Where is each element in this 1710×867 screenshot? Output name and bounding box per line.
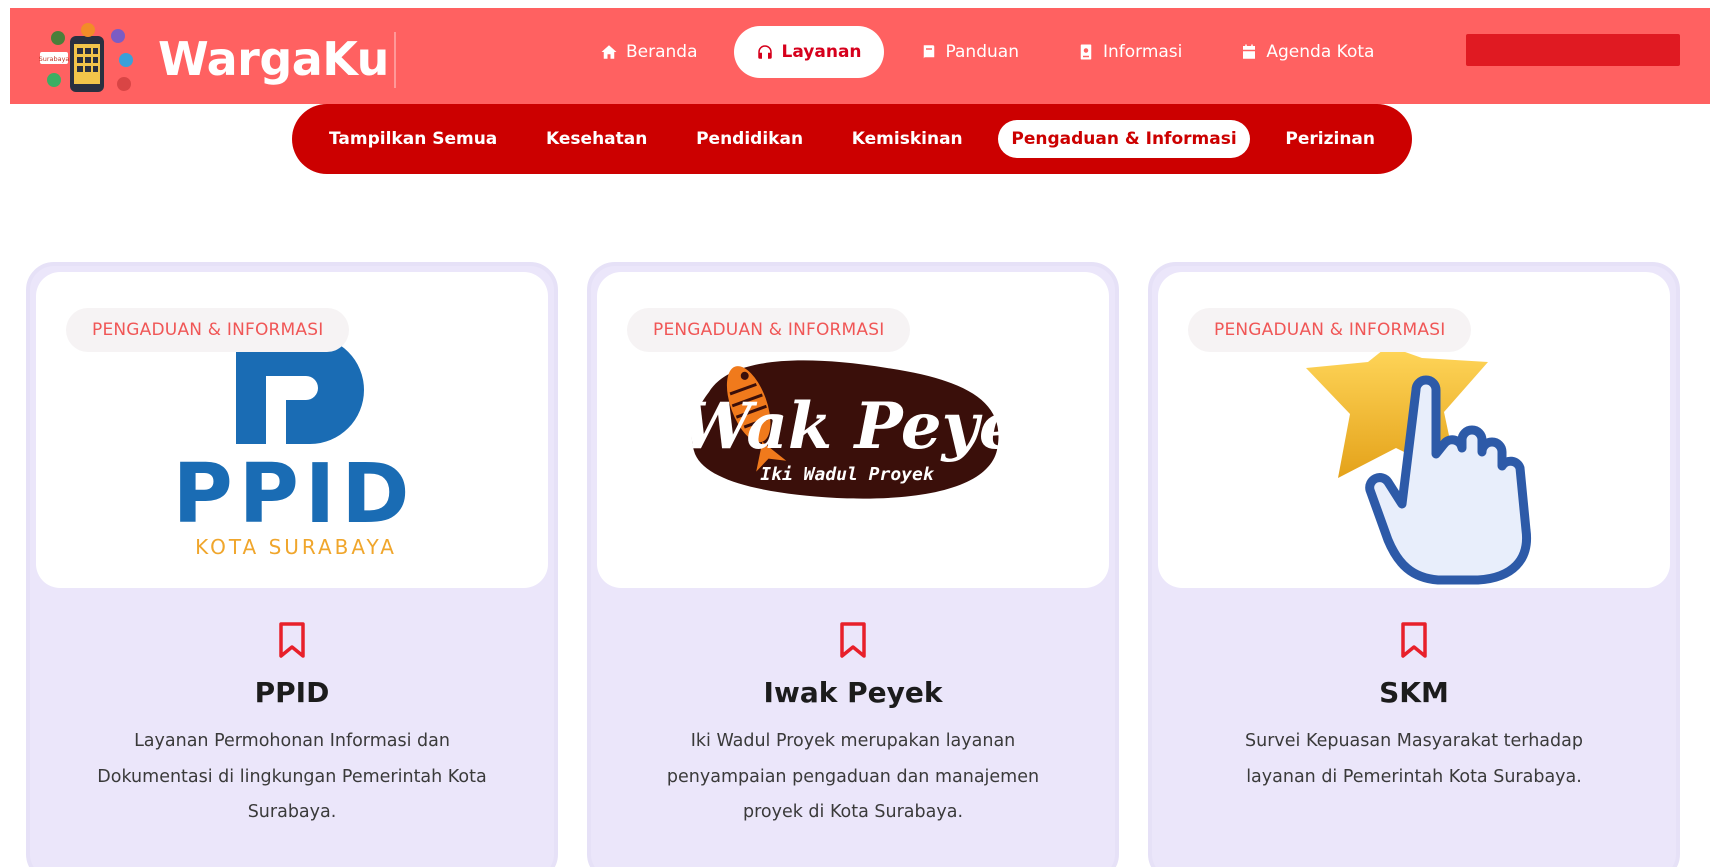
card-image: PENGADUAN & INFORMASI Wak Peyek Iki Wadu… [597, 272, 1109, 588]
ppid-logo-sub: KOTA SURABAYA [195, 535, 397, 559]
category-pendidikan[interactable]: Pendidikan [683, 120, 816, 158]
book-icon [923, 45, 934, 59]
nav-label: Panduan [945, 42, 1019, 62]
category-perizinan[interactable]: Perizinan [1272, 120, 1388, 158]
bookmark-icon[interactable] [838, 621, 868, 659]
category-pengaduan-informasi[interactable]: Pengaduan & Informasi [998, 120, 1250, 158]
service-card-iwak-peyek[interactable]: PENGADUAN & INFORMASI Wak Peyek Iki Wadu… [587, 262, 1119, 867]
category-kemiskinan[interactable]: Kemiskinan [839, 120, 976, 158]
nav-label: Beranda [626, 42, 698, 62]
category-tag: PENGADUAN & INFORMASI [66, 308, 350, 352]
top-header: Surabaya WargaKu Beranda Layanan Panduan… [10, 8, 1710, 104]
user-area-redacted[interactable] [1466, 34, 1680, 66]
card-image: PENGADUAN & INFORMASI PPID KOTA SURABAYA [36, 272, 548, 588]
iwak-peyek-logo-mark: Wak Peyek [680, 389, 1064, 464]
nav-item-informasi[interactable]: Informasi [1055, 26, 1204, 78]
service-card-skm[interactable]: PENGADUAN & INFORMASI SKM Survei Kepuasa… [1148, 262, 1680, 867]
card-description: Survei Kepuasan Masyarakat terhadap laya… [1245, 731, 1583, 787]
category-kesehatan[interactable]: Kesehatan [533, 120, 660, 158]
wargaku-logo-icon[interactable]: Surabaya [38, 22, 142, 96]
nav-item-panduan[interactable]: Panduan [898, 26, 1041, 78]
category-tampilkan-semua[interactable]: Tampilkan Semua [316, 120, 510, 158]
card-description: Layanan Permohonan Informasi dan Dokumen… [97, 731, 487, 822]
bookmark-icon[interactable] [1399, 621, 1429, 659]
nav-item-layanan[interactable]: Layanan [733, 26, 884, 78]
card-image: PENGADUAN & INFORMASI [1158, 272, 1670, 588]
brand-title[interactable]: WargaKu [158, 32, 389, 86]
bookmark-icon[interactable] [277, 621, 307, 659]
card-title: Iwak Peyek [763, 676, 943, 709]
header-divider [394, 32, 396, 88]
category-tag: PENGADUAN & INFORMASI [627, 308, 911, 352]
card-title: PPID [254, 676, 330, 709]
category-filter-bar: Tampilkan Semua Kesehatan Pendidikan Kem… [292, 104, 1412, 174]
headphones-icon [757, 45, 772, 59]
nav-label: Informasi [1102, 42, 1183, 62]
logo-caption: Surabaya [39, 55, 70, 63]
calendar-icon [1243, 44, 1256, 59]
main-nav: Beranda Layanan Panduan Informasi Agenda… [578, 26, 1410, 78]
ppid-logo-mark: PPID [173, 447, 416, 542]
home-icon [601, 45, 617, 59]
nav-item-agenda-kota[interactable]: Agenda Kota [1218, 26, 1396, 78]
category-tag: PENGADUAN & INFORMASI [1188, 308, 1472, 352]
nav-item-beranda[interactable]: Beranda [578, 26, 720, 78]
service-card-ppid[interactable]: PENGADUAN & INFORMASI PPID KOTA SURABAYA… [26, 262, 558, 867]
card-title: SKM [1379, 676, 1449, 709]
nav-label: Agenda Kota [1266, 42, 1375, 62]
card-description: Iki Wadul Proyek merupakan layanan penya… [666, 731, 1040, 822]
nav-label: Layanan [781, 42, 862, 62]
id-badge-icon [1080, 44, 1092, 60]
iwak-peyek-logo-sub: Iki Wadul Proyek [760, 464, 935, 485]
